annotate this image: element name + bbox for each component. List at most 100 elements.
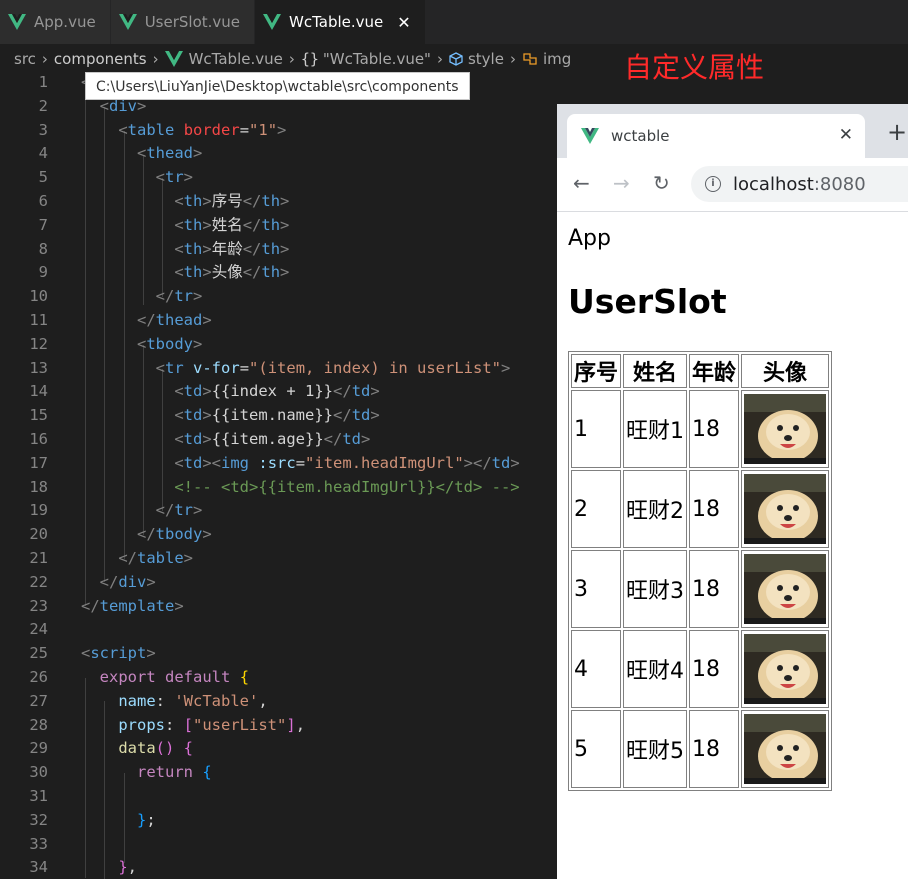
cell-age: 18 [689, 470, 740, 548]
line-number: 21 [29, 548, 48, 567]
line-number: 16 [29, 429, 48, 448]
back-arrow-icon[interactable]: ← [573, 171, 590, 195]
cell-avatar [741, 710, 830, 788]
line-number: 29 [29, 739, 48, 758]
code-line: 25 <script> [0, 642, 557, 666]
page-title: UserSlot [568, 282, 727, 321]
cell-index: 3 [571, 550, 621, 628]
cell-avatar [741, 390, 830, 468]
line-number: 7 [38, 215, 48, 234]
cell-avatar [741, 470, 830, 548]
code-line: 8 <th>年龄</th> [0, 238, 557, 262]
code-line: 30 return { [0, 761, 557, 785]
cell-name: 旺财5 [623, 710, 687, 788]
line-number: 17 [29, 453, 48, 472]
code-line: 13 <tr v-for="(item, index) in userList"… [0, 357, 557, 381]
code-line: 27 name: 'WcTable', [0, 690, 557, 714]
browser-tab-strip: wctable ✕ + [557, 104, 908, 158]
close-icon[interactable]: ✕ [839, 125, 853, 145]
line-number: 13 [29, 358, 48, 377]
info-icon[interactable]: i [705, 176, 721, 192]
cell-age: 18 [689, 710, 740, 788]
breadcrumb-item-img[interactable]: img [543, 50, 571, 68]
code-line: 15 <td>{{item.name}}</td> [0, 404, 557, 428]
reload-icon[interactable]: ↻ [653, 171, 670, 195]
line-number: 9 [38, 263, 48, 282]
line-number: 6 [38, 191, 48, 210]
plus-icon[interactable]: + [887, 118, 907, 146]
line-number: 30 [29, 763, 48, 782]
breadcrumb-item-components[interactable]: components [54, 50, 147, 68]
line-number: 27 [29, 691, 48, 710]
code-editor[interactable]: 1< 2 <div> 3 <table border="1"> 4 <thead… [0, 71, 557, 879]
tab-userslot-vue[interactable]: UserSlot.vue [110, 0, 256, 44]
vue-icon [263, 14, 282, 30]
line-number: 23 [29, 596, 48, 615]
line-number: 1 [38, 73, 48, 91]
line-number: 26 [29, 667, 48, 686]
line-number: 5 [38, 168, 48, 187]
chevron-right-icon: › [288, 50, 295, 68]
address-bar[interactable]: i localhost:8080 [691, 166, 908, 202]
forward-arrow-icon[interactable]: → [613, 171, 630, 195]
code-line: 20 </tbody> [0, 523, 557, 547]
vue-icon [164, 51, 183, 67]
code-line: 12 <tbody> [0, 333, 557, 357]
table-header-row: 序号 姓名 年龄 头像 [571, 354, 830, 388]
tab-label: WcTable.vue [289, 13, 384, 31]
breadcrumb-item-style[interactable]: style [468, 50, 504, 68]
column-header: 头像 [741, 354, 830, 388]
vue-icon [581, 128, 599, 144]
line-number: 32 [29, 810, 48, 829]
breadcrumb-item-src[interactable]: src [14, 50, 36, 68]
table-row: 5 旺财5 18 [571, 710, 830, 788]
braces-icon: {} [300, 50, 319, 68]
breadcrumb-item-name[interactable]: "WcTable.vue" [323, 50, 431, 68]
tab-app-vue[interactable]: App.vue [0, 0, 111, 44]
code-line: 14 <td>{{index + 1}}</td> [0, 380, 557, 404]
user-table: 序号 姓名 年龄 头像 1 旺财1 18 2 旺财2 18 3 旺财3 18 4… [568, 351, 833, 791]
line-number: 15 [29, 406, 48, 425]
line-number: 2 [38, 96, 48, 115]
line-number: 8 [38, 239, 48, 258]
app-text: App [568, 226, 611, 251]
code-line: 3 <table border="1"> [0, 119, 557, 143]
column-header: 姓名 [623, 354, 687, 388]
chevron-right-icon: › [509, 50, 516, 68]
cell-age: 18 [689, 550, 740, 628]
line-number: 31 [29, 786, 48, 805]
line-number: 19 [29, 501, 48, 520]
code-line: 18 <!-- <td>{{item.headImgUrl}}</td> --> [0, 476, 557, 500]
tab-label: App.vue [34, 13, 96, 31]
cell-avatar [741, 550, 830, 628]
code-line: 28 props: ["userList"], [0, 714, 557, 738]
line-number: 3 [38, 120, 48, 139]
code-line: 19 </tr> [0, 499, 557, 523]
breadcrumb-item-file[interactable]: WcTable.vue [189, 50, 283, 68]
code-line: 24 [0, 618, 557, 642]
code-line: 4 <thead> [0, 142, 557, 166]
browser-tab[interactable]: wctable ✕ [567, 114, 865, 158]
line-number: 22 [29, 572, 48, 591]
tab-wctable-vue[interactable]: WcTable.vue ✕ [255, 0, 426, 44]
code-line: 26 export default { [0, 666, 557, 690]
cell-name: 旺财4 [623, 630, 687, 708]
dog-avatar-image [744, 394, 827, 464]
url-host: localhost [733, 173, 814, 195]
code-line: 16 <td>{{item.age}}</td> [0, 428, 557, 452]
table-row: 4 旺财4 18 [571, 630, 830, 708]
dog-avatar-image [744, 554, 827, 624]
line-number: 24 [29, 620, 48, 639]
chevron-right-icon: › [41, 50, 48, 68]
code-line: 6 <th>序号</th> [0, 190, 557, 214]
chevron-right-icon: › [436, 50, 443, 68]
table-row: 3 旺财3 18 [571, 550, 830, 628]
cell-index: 5 [571, 710, 621, 788]
line-number: 4 [38, 144, 48, 163]
close-icon[interactable]: ✕ [397, 13, 410, 32]
cell-name: 旺财2 [623, 470, 687, 548]
column-header: 序号 [571, 354, 621, 388]
code-line: 33 [0, 833, 557, 857]
line-number: 11 [29, 310, 48, 329]
code-line: 23 </template> [0, 595, 557, 619]
